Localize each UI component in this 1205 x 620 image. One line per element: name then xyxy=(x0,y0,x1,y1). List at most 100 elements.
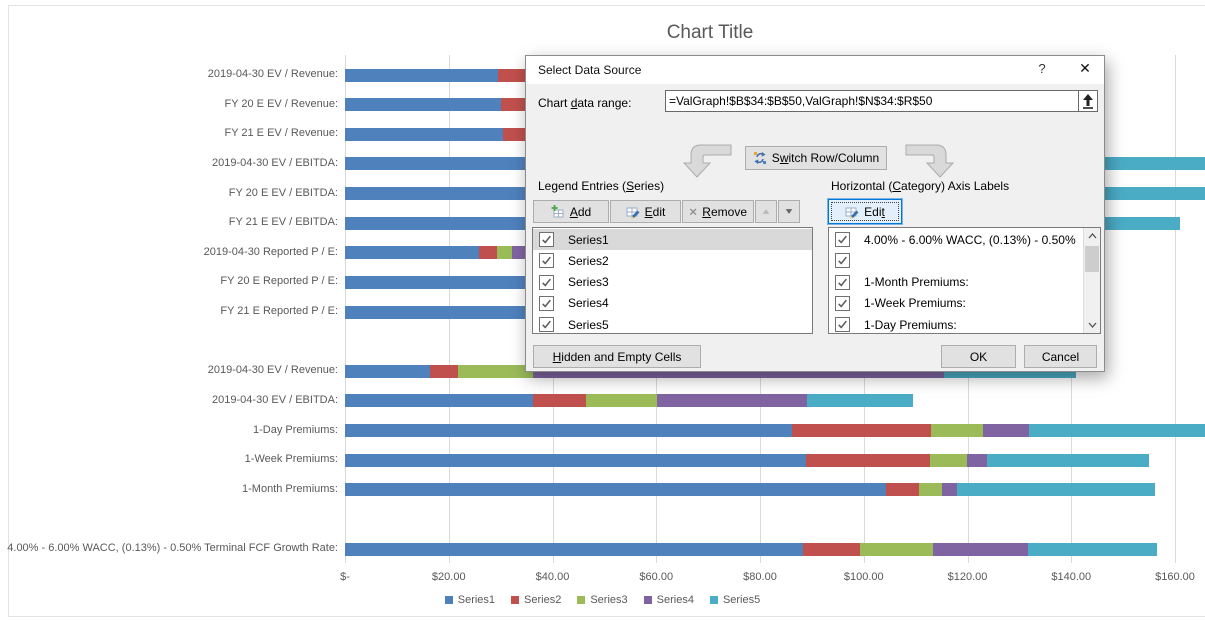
series-row[interactable]: Series5 xyxy=(533,314,812,333)
row-checkbox[interactable] xyxy=(835,295,850,311)
close-icon[interactable]: ✕ xyxy=(1072,60,1098,80)
x-axis-tick-label: $160.00 xyxy=(1155,571,1195,583)
add-series-button[interactable]: Add xyxy=(533,200,609,223)
row-label: Series4 xyxy=(568,296,609,311)
bar-segment-series2 xyxy=(886,483,920,497)
collapse-dialog-button[interactable] xyxy=(1078,90,1098,112)
axis-labels-listbox[interactable]: 4.00% - 6.00% WACC, (0.13%) - 0.50% Term… xyxy=(828,227,1101,334)
help-icon[interactable]: ? xyxy=(1031,61,1053,79)
edit-button-label: Edit xyxy=(644,204,666,219)
axis-label-row[interactable]: 1-Month Premiums: xyxy=(829,272,1100,293)
bar-segment-series1 xyxy=(345,394,534,408)
axis-label-row[interactable] xyxy=(829,250,1100,271)
bar-segment-series2 xyxy=(803,542,861,556)
checkmark-icon xyxy=(542,299,551,308)
row-checkbox[interactable] xyxy=(539,253,554,269)
checkmark-icon xyxy=(542,235,551,244)
dialog-titlebar[interactable]: Select Data Source ? ✕ xyxy=(526,56,1104,84)
dialog-title: Select Data Source xyxy=(538,63,642,77)
category-label: FY 21 E EV / Revenue: xyxy=(224,127,338,140)
bar-segment-series1 xyxy=(345,98,501,112)
checkmark-icon xyxy=(542,320,551,329)
move-series-down-button[interactable] xyxy=(778,200,800,223)
checkmark-icon xyxy=(542,256,551,265)
hidden-and-empty-cells-button[interactable]: Hidden and Empty Cells xyxy=(533,345,701,368)
row-checkbox[interactable] xyxy=(539,232,554,247)
swap-arrow-right-icon xyxy=(905,144,955,178)
category-label: 2019-04-30 EV / EBITDA: xyxy=(212,393,338,406)
checkmark-icon xyxy=(542,278,551,287)
bar-segment-series1 xyxy=(345,127,504,141)
axis-label-row[interactable]: 1-Week Premiums: xyxy=(829,293,1100,314)
x-axis-tick-label: $80.00 xyxy=(743,571,777,583)
bar-segment-series4 xyxy=(933,542,1029,556)
switch-row-column-icon xyxy=(753,152,766,164)
legend-item: Series4 xyxy=(643,594,694,606)
edit-axis-labels-button[interactable]: Edit xyxy=(828,199,902,224)
edit-series-button[interactable]: Edit xyxy=(610,200,681,223)
bar-segment-series1 xyxy=(345,364,431,378)
row-label: 1-Month Premiums: xyxy=(864,275,969,290)
x-axis-tick-label: $140.00 xyxy=(1051,571,1092,583)
legend-item: Series2 xyxy=(511,594,561,606)
category-label: 1-Week Premiums: xyxy=(244,453,338,466)
category-label: FY 21 E Reported P / E: xyxy=(220,305,338,318)
cancel-button-label: Cancel xyxy=(1041,349,1080,364)
bar-segment-series2 xyxy=(478,246,497,260)
chart-legend: Series1 Series2 Series3 Series4 Series5 xyxy=(0,594,1205,606)
x-axis-tick-label: $60.00 xyxy=(639,571,674,583)
bar-segment-series3 xyxy=(931,424,984,438)
checkmark-icon xyxy=(838,235,847,244)
series-row[interactable]: Series1 xyxy=(533,229,812,250)
series-row[interactable]: Series4 xyxy=(533,293,812,314)
switch-row-column-label: Switch Row/Column xyxy=(771,151,880,165)
row-checkbox[interactable] xyxy=(539,274,554,290)
bar-segment-series2 xyxy=(792,424,932,438)
move-down-icon xyxy=(785,209,793,214)
bar-segment-series4 xyxy=(942,483,958,497)
row-checkbox[interactable] xyxy=(835,317,850,333)
checkmark-icon xyxy=(838,299,847,308)
bar-segment-series1 xyxy=(345,68,499,82)
x-axis-tick-label: $- xyxy=(340,571,350,583)
chart-data-range-input[interactable] xyxy=(665,90,1079,112)
axis-edit-button-label: Edit xyxy=(864,204,885,219)
legend-entries-listbox[interactable]: Series1 Series2 Series3 Series4 Series5 xyxy=(532,227,813,334)
move-series-up-button[interactable] xyxy=(755,200,777,223)
row-checkbox[interactable] xyxy=(539,295,554,311)
swap-arrow-left-icon xyxy=(682,144,732,178)
bar-segment-series5 xyxy=(807,394,914,408)
bar-segment-series3 xyxy=(586,394,658,408)
remove-series-button[interactable]: Remove xyxy=(682,200,754,223)
excel-chart-canvas: { "chart_data": { "type": "bar", "orient… xyxy=(0,0,1205,620)
x-axis-tick-label: $40.00 xyxy=(535,571,570,583)
add-button-label: Add xyxy=(569,204,592,219)
collapse-range-icon xyxy=(1083,94,1093,109)
category-label: FY 20 E EV / Revenue: xyxy=(224,97,338,110)
row-checkbox[interactable] xyxy=(835,232,850,247)
legend-swatch-icon xyxy=(643,596,652,604)
axis-label-row[interactable]: 4.00% - 6.00% WACC, (0.13%) - 0.50% Term… xyxy=(829,229,1100,250)
row-checkbox[interactable] xyxy=(835,274,850,290)
row-label: Series1 xyxy=(568,232,609,247)
row-label: Series3 xyxy=(568,275,609,290)
row-label: 4.00% - 6.00% WACC, (0.13%) - 0.50% Term… xyxy=(864,232,1079,247)
switch-row-column-button[interactable]: Switch Row/Column xyxy=(745,146,887,170)
axis-label-row[interactable]: 1-Day Premiums: xyxy=(829,314,1100,333)
legend-item: Series1 xyxy=(444,594,495,606)
legend-entries-section-label: Legend Entries (Series) xyxy=(538,179,665,193)
row-checkbox[interactable] xyxy=(539,317,554,333)
bar-segment-series5 xyxy=(957,483,1156,497)
bar-segment-series3 xyxy=(919,483,943,497)
row-checkbox[interactable] xyxy=(835,253,850,269)
bar-segment-series1 xyxy=(345,483,887,497)
series-row[interactable]: Series3 xyxy=(533,272,812,293)
cancel-button[interactable]: Cancel xyxy=(1024,345,1097,368)
ok-button[interactable]: OK xyxy=(941,345,1016,368)
bar-segment-series1 xyxy=(345,542,804,556)
legend-label: Series3 xyxy=(590,594,628,606)
legend-swatch-icon xyxy=(511,596,520,604)
category-label: 2019-04-30 EV / EBITDA: xyxy=(212,156,338,169)
bar-segment-series5 xyxy=(987,453,1149,467)
series-row[interactable]: Series2 xyxy=(533,250,812,271)
